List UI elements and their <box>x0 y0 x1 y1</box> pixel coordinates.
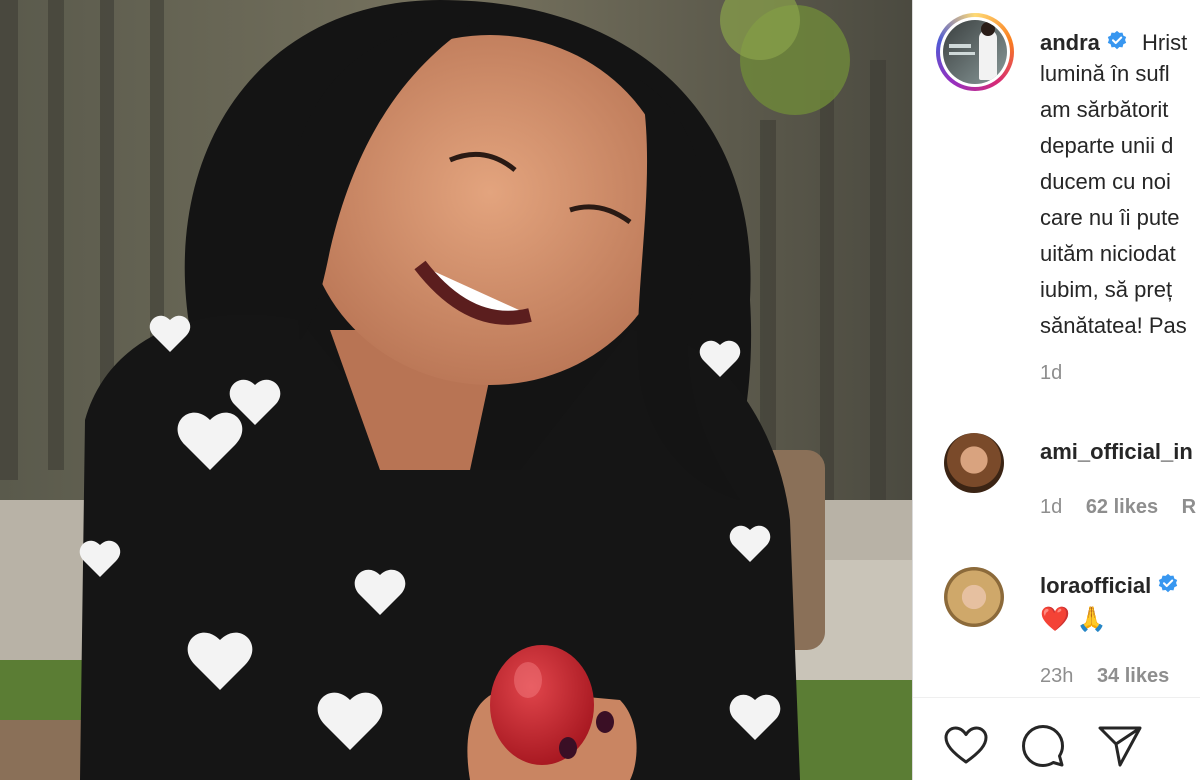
caption-line: am sărbătorit <box>1040 97 1169 122</box>
comment-meta: 1d 62 likes R <box>1040 496 1196 519</box>
caption-line: departe unii d <box>1040 133 1174 158</box>
comment-age[interactable]: 1d <box>1040 496 1062 518</box>
actions-divider <box>913 697 1200 698</box>
comment-author-row: loraofficial <box>1040 573 1179 601</box>
caption-text-start: Hrist <box>1142 30 1188 55</box>
heart-icon[interactable] <box>942 722 990 770</box>
reply-button[interactable]: R <box>1182 496 1196 518</box>
comment-text: ❤️ 🙏 <box>1040 606 1107 633</box>
caption-line: ducem cu noi <box>1040 169 1171 194</box>
caption-line: uităm niciodat <box>1040 241 1176 266</box>
post-age[interactable]: 1d <box>1040 362 1062 385</box>
post-author-row: andra Hrist <box>1040 30 1187 58</box>
comment-age[interactable]: 23h <box>1040 665 1073 687</box>
verified-badge-icon <box>1106 30 1128 58</box>
post-side-panel: andra Hrist lumină în sufl am sărbătorit… <box>913 0 1200 780</box>
caption-line: lumină în sufl <box>1040 61 1170 86</box>
caption-line: sănătatea! Pas <box>1040 313 1187 338</box>
commenter-avatar[interactable] <box>944 433 1004 493</box>
share-icon[interactable] <box>1096 722 1144 770</box>
comment-username[interactable]: loraofficial <box>1040 573 1151 598</box>
verified-badge-icon <box>1157 573 1179 601</box>
comment-likes[interactable]: 62 likes <box>1086 496 1158 518</box>
post-author-username[interactable]: andra <box>1040 30 1100 55</box>
comment-username[interactable]: ami_official_in <box>1040 439 1193 465</box>
comment-likes[interactable]: 34 likes <box>1097 665 1169 687</box>
post-photo[interactable] <box>0 0 912 780</box>
comment-icon[interactable] <box>1019 722 1067 770</box>
commenter-avatar[interactable] <box>944 567 1004 627</box>
comment-meta: 23h 34 likes <box>1040 665 1169 688</box>
post-image <box>0 0 912 780</box>
caption-line: iubim, să preț <box>1040 277 1173 302</box>
caption-line: care nu îi pute <box>1040 205 1180 230</box>
